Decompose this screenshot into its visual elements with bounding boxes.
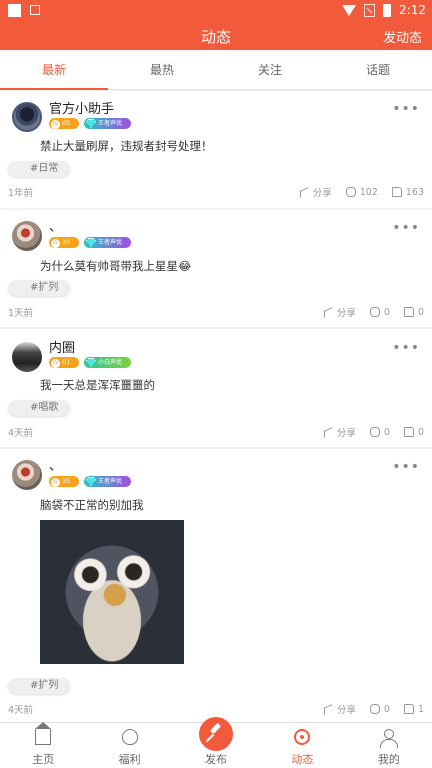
nav-home[interactable]: 主页 [0, 722, 86, 768]
nav-publish[interactable]: 发布 [173, 717, 259, 768]
username[interactable]: 官方小助手 [49, 98, 114, 117]
tab-following[interactable]: 关注 [216, 50, 324, 89]
tab-hot[interactable]: 最热 [108, 50, 216, 89]
nav-welfare[interactable]: 福利 [86, 723, 172, 768]
post-time: 1年前 [8, 188, 34, 199]
clock: 2:12 [399, 3, 426, 17]
username[interactable]: 内圈 [49, 337, 75, 356]
post-time: 4天前 [8, 428, 34, 439]
like-button[interactable]: 0 [403, 427, 424, 438]
honor-badge: 小白声优 [84, 357, 131, 368]
like-button[interactable]: 163 [391, 187, 424, 198]
level-badge: LV 35 [49, 237, 79, 248]
share-button[interactable]: 分享 [323, 425, 356, 439]
more-options-icon[interactable]: ••• [392, 340, 420, 356]
thumbs-up-icon [403, 704, 414, 714]
diamond-icon [86, 477, 96, 486]
battery-icon [383, 3, 392, 17]
share-icon [299, 187, 309, 197]
notification-icon [8, 4, 21, 17]
topic-tag[interactable]: #扩列 [8, 678, 71, 694]
topic-tag[interactable]: #日常 [8, 161, 71, 177]
like-button[interactable]: 1 [403, 704, 424, 715]
thumbs-up-icon [403, 427, 414, 437]
more-options-icon[interactable]: ••• [392, 220, 420, 236]
status-bar: 2:12 [0, 0, 432, 22]
avatar[interactable] [12, 460, 42, 490]
radar-icon [294, 729, 311, 745]
post-card[interactable]: 、 LV 35 王者声优 ••• 脑袋不正常的别加我 #扩列 4天前 分享 0 1 [0, 449, 432, 722]
post-card[interactable]: 官方小助手 LV 05 王者声优 ••• 禁止大量刷屏，违规者封号处理！ #日常 … [0, 91, 432, 208]
level-badge: LV 01 [49, 357, 79, 368]
app-notification-icon [30, 5, 40, 15]
post-card[interactable]: 内圈 LV 01 小白声优 ••• 我一天总是浑浑噩噩的 #唱歌 4天前 分享 0… [0, 329, 432, 447]
share-button[interactable]: 分享 [323, 702, 356, 716]
no-signal-icon [364, 3, 376, 17]
avatar[interactable] [12, 221, 42, 251]
thumbs-up-icon [403, 307, 414, 317]
share-icon [323, 427, 333, 437]
wifi-icon [342, 4, 357, 16]
diamond-icon [86, 358, 96, 367]
more-options-icon[interactable]: ••• [392, 459, 420, 475]
comment-icon [369, 704, 380, 714]
post-time: 4天前 [8, 705, 34, 716]
honor-badge: 王者声优 [84, 476, 131, 487]
topic-tag[interactable]: #唱歌 [8, 400, 71, 416]
tab-topics[interactable]: 话题 [324, 50, 432, 89]
level-badge: LV 35 [49, 476, 79, 487]
level-badge: LV 05 [49, 118, 79, 129]
comment-button[interactable]: 0 [369, 307, 390, 318]
money-bag-icon [121, 729, 138, 745]
microphone-icon [199, 717, 234, 751]
post-text: 脑袋不正常的别加我 [40, 498, 144, 512]
tab-bar: 最新 最热 关注 话题 [0, 50, 432, 90]
post-new-button[interactable]: 发动态 [383, 27, 422, 46]
post-text: 我一天总是浑浑噩噩的 [40, 378, 155, 392]
bottom-nav: 主页 福利 发布 动态 我的 [0, 717, 432, 768]
user-icon [379, 729, 398, 748]
like-button[interactable]: 0 [403, 307, 424, 318]
avatar[interactable] [12, 102, 42, 132]
comment-icon [369, 307, 380, 317]
comment-button[interactable]: 0 [369, 427, 390, 438]
share-button[interactable]: 分享 [323, 305, 356, 319]
post-text: 禁止大量刷屏，违规者封号处理！ [40, 139, 213, 153]
comment-icon [345, 187, 356, 197]
thumbs-up-icon [391, 187, 402, 197]
nav-moments[interactable]: 动态 [259, 723, 345, 768]
post-text: 为什么莫有帅哥带我上星星😂 [40, 259, 192, 273]
topic-tag[interactable]: #扩列 [8, 280, 71, 296]
page-title: 动态 [200, 28, 231, 46]
username[interactable]: 、 [49, 455, 62, 474]
share-icon [323, 704, 333, 714]
app-bar: 动态 发动态 [0, 22, 432, 50]
username[interactable]: 、 [49, 216, 62, 235]
share-icon [323, 307, 333, 317]
honor-badge: 王者声优 [84, 118, 131, 129]
nav-profile[interactable]: 我的 [346, 723, 432, 768]
diamond-icon [86, 119, 96, 128]
comment-button[interactable]: 102 [345, 187, 378, 198]
diamond-icon [86, 238, 96, 247]
comment-icon [369, 427, 380, 437]
share-button[interactable]: 分享 [299, 185, 332, 199]
tab-latest[interactable]: 最新 [0, 50, 108, 90]
honor-badge: 王者声优 [84, 237, 131, 248]
comment-button[interactable]: 0 [369, 704, 390, 715]
post-card[interactable]: 、 LV 35 王者声优 ••• 为什么莫有帅哥带我上星星😂 #扩列 1天前 分享… [0, 210, 432, 327]
post-image[interactable] [40, 520, 184, 664]
home-icon [35, 722, 52, 745]
more-options-icon[interactable]: ••• [392, 101, 420, 117]
avatar[interactable] [12, 342, 42, 372]
post-time: 1天前 [8, 308, 34, 319]
